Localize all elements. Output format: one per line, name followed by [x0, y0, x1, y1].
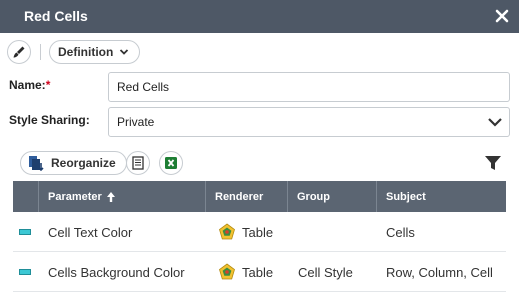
- dialog-title: Red Cells: [24, 8, 88, 24]
- title-bar: Red Cells: [0, 0, 519, 33]
- table-renderer-icon: [219, 263, 235, 280]
- style-sharing-value: Private: [117, 115, 155, 129]
- style-sharing-select[interactable]: Private: [108, 107, 510, 137]
- color-swatch: [19, 212, 31, 252]
- excel-export-button[interactable]: [159, 151, 183, 175]
- table-row[interactable]: Cells Background Color Table Cell Style …: [13, 252, 506, 292]
- report-button[interactable]: [126, 151, 150, 175]
- name-field[interactable]: Red Cells: [108, 72, 510, 102]
- header-subject[interactable]: Subject: [376, 181, 506, 212]
- table-renderer-icon: [219, 223, 235, 240]
- table-row[interactable]: Cell Text Color Table Cells: [13, 212, 506, 252]
- grid-actions: Reorganize: [20, 151, 510, 175]
- reorganize-button[interactable]: Reorganize: [20, 151, 127, 175]
- header-select-column: [13, 181, 38, 212]
- header-renderer[interactable]: Renderer: [205, 181, 287, 212]
- cell-renderer: Table: [218, 212, 273, 252]
- toolbar-divider: [40, 44, 41, 60]
- report-icon: [132, 156, 144, 170]
- name-label: Name:*: [9, 78, 51, 92]
- cell-subject: Cells: [386, 224, 415, 240]
- filter-icon[interactable]: [484, 154, 502, 172]
- cell-subject: Row, Column, Cell: [386, 264, 493, 280]
- cell-parameter: Cell Text Color: [48, 224, 133, 240]
- parameters-table: Parameter Renderer Group Subject Cell Te…: [13, 181, 506, 292]
- table-header: Parameter Renderer Group Subject: [13, 181, 506, 212]
- header-group[interactable]: Group: [287, 181, 376, 212]
- cell-group: Cell Style: [298, 264, 353, 280]
- cell-parameter: Cells Background Color: [48, 264, 185, 280]
- required-mark: *: [45, 78, 51, 92]
- reorganize-icon: [29, 156, 44, 172]
- sort-ascending-icon: [106, 191, 115, 202]
- color-swatch: [19, 252, 31, 292]
- excel-icon: [165, 157, 177, 169]
- reorganize-label: Reorganize: [51, 156, 116, 170]
- header-parameter[interactable]: Parameter: [38, 181, 205, 212]
- close-icon[interactable]: [491, 5, 513, 27]
- brush-icon: [13, 46, 25, 58]
- cell-renderer: Table: [218, 252, 273, 292]
- brush-button[interactable]: [7, 40, 31, 64]
- chevron-down-icon: [488, 118, 502, 127]
- style-sharing-label: Style Sharing:: [9, 113, 90, 127]
- mode-dropdown[interactable]: Definition: [49, 40, 141, 64]
- mode-dropdown-label: Definition: [58, 45, 114, 59]
- chevron-down-icon: [120, 49, 129, 55]
